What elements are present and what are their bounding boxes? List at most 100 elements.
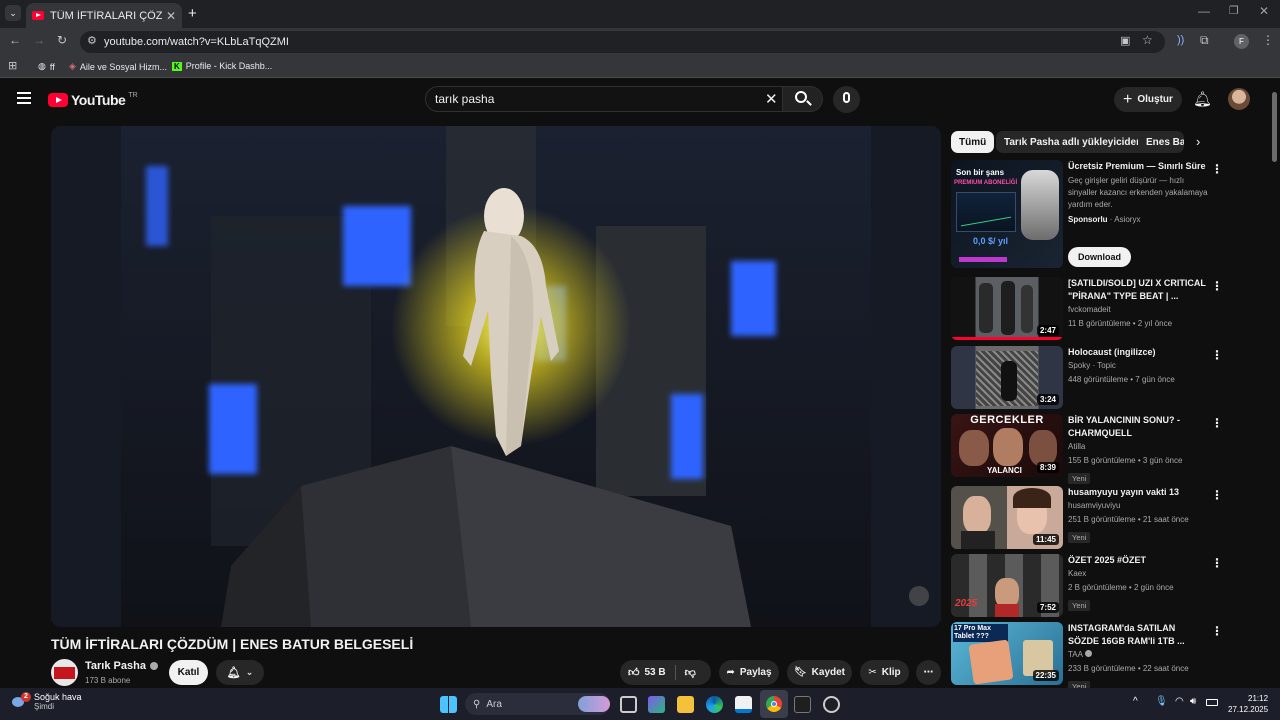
apps-grid-icon[interactable]: ⊞ [8, 59, 17, 72]
youtube-favicon-icon [32, 11, 44, 20]
channel-watermark-icon[interactable] [909, 586, 929, 606]
bookmark-aile[interactable]: ◈ Aile ve Sosyal Hizm... [69, 61, 167, 72]
youtube-logo[interactable]: YouTube TR [48, 92, 138, 108]
youtube-play-icon [48, 93, 68, 107]
video-thumbnail[interactable]: GERCEKLER YALANCI 8:39 [951, 414, 1063, 477]
share-button[interactable]: ➦ Paylaş [719, 660, 779, 685]
create-button[interactable]: + Oluştur [1114, 87, 1182, 112]
account-avatar[interactable] [1228, 88, 1250, 110]
video-thumbnail[interactable]: 2025 7:52 [951, 554, 1063, 617]
weather-icon: 2 [12, 691, 31, 710]
menu-dots-icon[interactable]: ⋮ [1262, 33, 1274, 47]
list-item[interactable]: GERCEKLER YALANCI 8:39 BİR YALANCININ SO… [951, 414, 1231, 484]
list-item[interactable]: 2:47 [SATILDI/SOLD] UZI X CRITICAL "PİRA… [951, 277, 1231, 341]
subscribed-notifications-button[interactable]: 🔔︎ ⌄ [216, 660, 264, 685]
bookmark-star-icon[interactable]: ☆ [1142, 33, 1153, 47]
chips-next-arrow-icon[interactable]: › [1196, 134, 1200, 149]
search-button[interactable] [783, 86, 823, 112]
chrome-taskbar-button[interactable] [760, 690, 788, 718]
video-thumbnail[interactable]: 3:24 [951, 346, 1063, 409]
terminal-icon[interactable] [794, 696, 811, 713]
cast-icon[interactable]: ▣ [1120, 34, 1130, 47]
hamburger-menu-icon[interactable] [17, 92, 31, 104]
channel-name[interactable]: Tarık Pasha [85, 660, 158, 672]
app-notification-icon[interactable] [823, 696, 840, 713]
edge-icon[interactable] [706, 696, 723, 713]
microphone-tray-icon[interactable]: 🎙︎ [1155, 696, 1168, 707]
clear-search-icon[interactable]: ✕ [765, 90, 778, 108]
ad-menu-icon[interactable]: ⋮ [1211, 162, 1223, 176]
volume-icon[interactable]: 🔊︎ [1190, 696, 1196, 707]
ad-thumbnail[interactable]: Son bir şans PREMIUM ABONELİĞİ 0,0 $/ yı… [951, 160, 1063, 268]
restore-button[interactable]: ❐ [1229, 4, 1239, 17]
item-menu-icon[interactable]: ⋮ [1211, 279, 1223, 293]
start-windows-icon[interactable] [440, 696, 457, 713]
site-info-icon[interactable]: ⚙ [87, 34, 97, 47]
extension-icon[interactable]: )) [1177, 34, 1184, 46]
voice-search-button[interactable] [833, 86, 860, 113]
minimize-button[interactable]: — [1198, 4, 1210, 18]
new-tab-button[interactable]: + [188, 5, 197, 22]
list-item[interactable]: 3:24 Holocaust (ingilizce) Spoky · Topic… [951, 346, 1231, 410]
video-thumbnail[interactable]: 17 Pro Max Tablet ??? 22:35 [951, 622, 1063, 685]
chip-all[interactable]: Tümü [951, 131, 995, 153]
chip-uploader[interactable]: Tarık Pasha adlı yükleyiciden [996, 131, 1151, 153]
list-item[interactable]: 11:45 husamyuyu yayın vakti 13 husamviyu… [951, 486, 1231, 550]
clock[interactable]: 21:12 27.12.2025 [1228, 693, 1268, 715]
tray-overflow-icon[interactable]: ^ [1133, 696, 1138, 707]
duration-badge: 2:47 [1036, 325, 1059, 336]
item-menu-icon[interactable]: ⋮ [1211, 556, 1223, 570]
duration-badge: 7:52 [1036, 602, 1059, 613]
item-menu-icon[interactable]: ⋮ [1211, 416, 1223, 430]
clip-button[interactable]: ✂ Klip [860, 660, 909, 685]
save-button[interactable]: 🔖︎ Kaydet [787, 660, 852, 685]
more-actions-button[interactable]: ⋯ [916, 660, 941, 685]
task-view-icon[interactable] [620, 696, 637, 713]
ad-card[interactable]: Son bir şans PREMIUM ABONELİĞİ 0,0 $/ yı… [951, 160, 1231, 270]
like-count[interactable]: 53 B [645, 667, 666, 678]
address-bar[interactable]: ⚙ youtube.com/watch?v=KLbLaTqQZMI ▣ ☆ [80, 31, 1165, 53]
tab-close-icon[interactable]: ✕ [166, 9, 176, 23]
widgets-app-icon[interactable] [648, 696, 665, 713]
store-icon[interactable] [735, 696, 752, 713]
back-icon[interactable]: ← [9, 33, 21, 47]
like-dislike-group: 👍︎ 53 B 👎︎ [620, 660, 711, 685]
profile-avatar[interactable]: F [1234, 34, 1249, 49]
file-explorer-icon[interactable] [677, 696, 694, 713]
tab-search-button[interactable]: ⌄ [5, 5, 21, 21]
scissors-icon: ✂ [868, 667, 877, 678]
url-text: youtube.com/watch?v=KLbLaTqQZMI [104, 36, 289, 48]
bookmark-ff[interactable]: ◍ ff [38, 61, 55, 72]
video-thumbnail[interactable]: 2:47 [951, 277, 1063, 340]
battery-icon[interactable] [1206, 699, 1218, 706]
reload-icon[interactable]: ↻ [57, 33, 67, 47]
join-button[interactable]: Katıl [169, 660, 208, 685]
forward-icon[interactable]: → [33, 33, 45, 47]
bookmark-kick[interactable]: K Profile - Kick Dashb... [172, 61, 272, 71]
ad-download-button[interactable]: Download [1068, 247, 1131, 267]
item-menu-icon[interactable]: ⋮ [1211, 624, 1223, 638]
tab-active[interactable]: TÜM İFTİRALARI ÇÖZDÜM | ENE ✕ [26, 3, 182, 28]
video-player[interactable] [51, 126, 941, 627]
search-input[interactable]: tarık pasha ✕ [425, 86, 783, 112]
item-menu-icon[interactable]: ⋮ [1211, 488, 1223, 502]
puzzle-extensions-icon[interactable]: ⧉ [1200, 33, 1209, 48]
chevron-down-icon: ⌄ [245, 667, 254, 677]
taskbar-search[interactable]: ⚲ Ara [465, 693, 610, 715]
tab-strip: ⌄ TÜM İFTİRALARI ÇÖZDÜM | ENE ✕ + — ❐ ✕ [0, 0, 1280, 28]
chip-enes-batur[interactable]: Enes Bat [1138, 131, 1184, 153]
page-scrollbar[interactable] [1272, 92, 1277, 162]
notifications-bell-icon[interactable]: 🔔︎ [1193, 90, 1212, 108]
dislike-icon[interactable]: 👎︎ [685, 666, 696, 679]
weather-widget[interactable]: 2 Soğuk hava Şimdi [12, 691, 82, 711]
item-menu-icon[interactable]: ⋮ [1211, 348, 1223, 362]
list-item[interactable]: 2025 7:52 ÖZET 2025 #ÖZET Kaex 2 B görün… [951, 554, 1231, 618]
like-icon[interactable]: 👍︎ [628, 666, 640, 679]
list-item[interactable]: 17 Pro Max Tablet ??? 22:35 INSTAGRAM'da… [951, 622, 1231, 692]
close-window-button[interactable]: ✕ [1259, 4, 1269, 18]
kick-logo-icon: K [172, 61, 182, 71]
new-badge: Yeni [1068, 532, 1091, 543]
video-thumbnail[interactable]: 11:45 [951, 486, 1063, 549]
wifi-icon[interactable]: ◠ [1175, 696, 1184, 707]
channel-avatar[interactable] [51, 659, 78, 686]
